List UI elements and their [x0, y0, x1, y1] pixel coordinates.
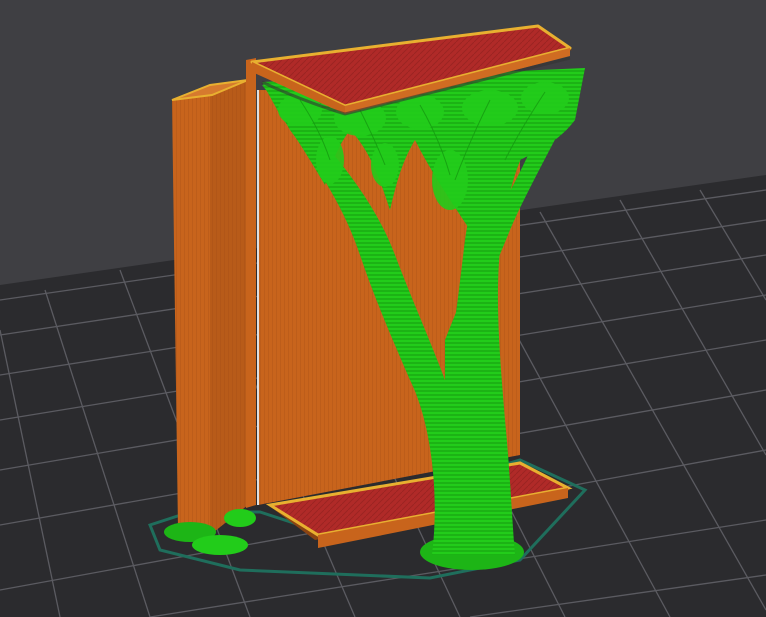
support-base-small-2 [192, 535, 248, 555]
left-wall-panel [171, 58, 256, 535]
support-base-small-3 [224, 509, 256, 527]
print-preview-scene[interactable] [0, 0, 766, 617]
3d-viewport[interactable] [0, 0, 766, 617]
